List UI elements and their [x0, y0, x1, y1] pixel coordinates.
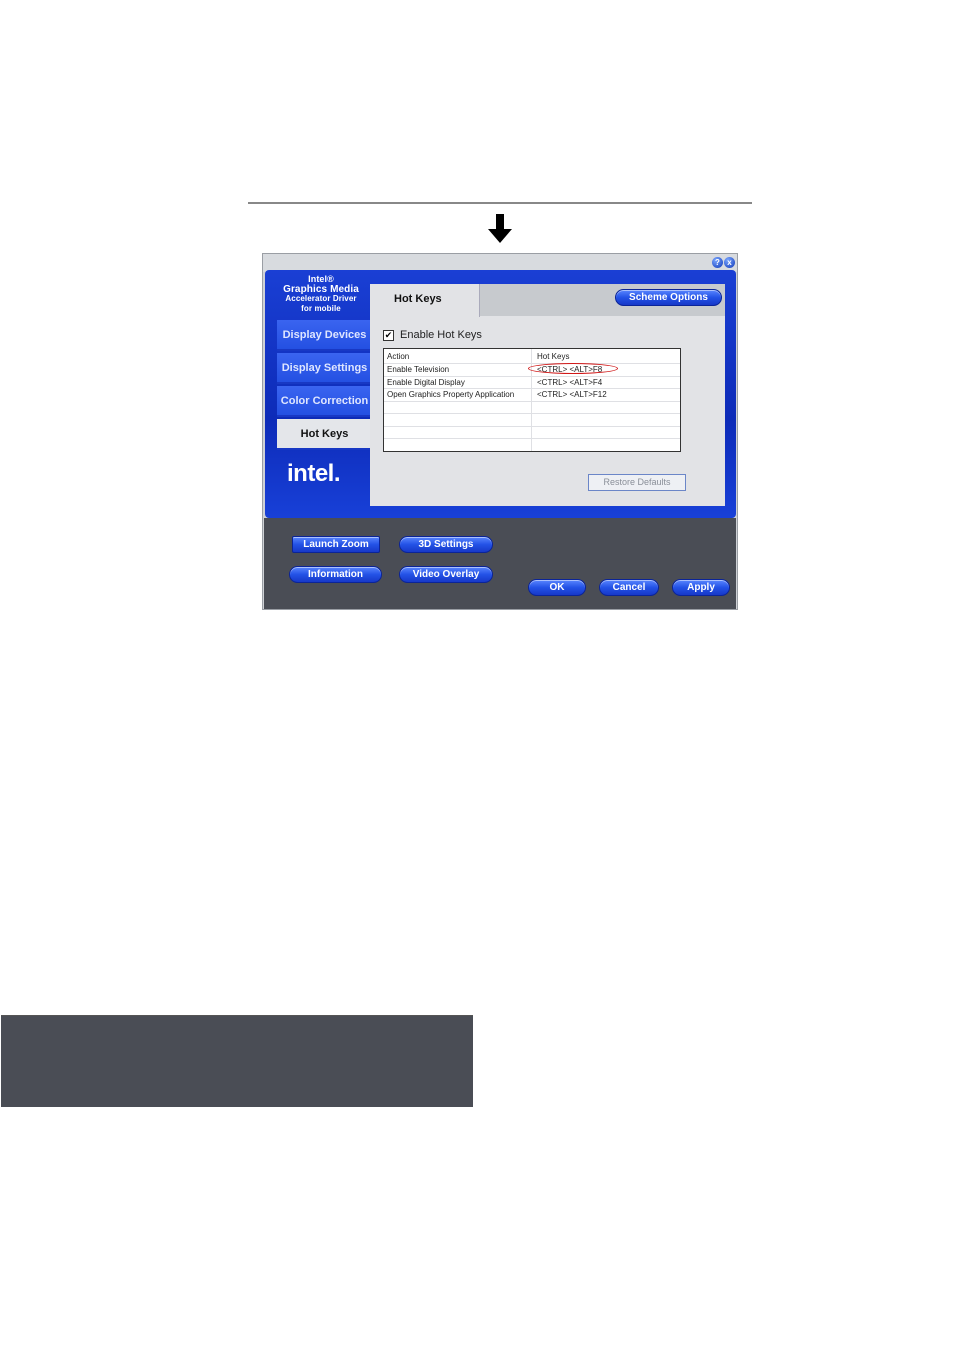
top-divider	[248, 202, 752, 204]
help-icon[interactable]: ?	[712, 257, 723, 268]
product-brand: Intel® Graphics Media Accelerator Driver…	[273, 274, 369, 319]
brand-line-2: Graphics Media	[283, 283, 359, 295]
empty-row	[384, 426, 680, 439]
empty-row	[384, 439, 680, 451]
enable-hot-keys-row[interactable]: ✔ Enable Hot Keys	[383, 329, 482, 341]
empty-row	[384, 414, 680, 427]
bottom-divider	[1, 1015, 473, 1107]
brand-line-4: for mobile	[301, 303, 341, 313]
sidebar-item-color-correction[interactable]: Color Correction	[277, 386, 372, 417]
3d-settings-button[interactable]: 3D Settings	[399, 536, 493, 553]
sidebar-item-hot-keys[interactable]: Hot Keys	[277, 419, 372, 450]
empty-row	[384, 401, 680, 414]
hotkey-cell: <CTRL> <ALT>F8	[528, 363, 680, 376]
brand-line-3: Accelerator Driver	[285, 294, 357, 303]
table-row[interactable]: Enable Digital Display <CTRL> <ALT>F4	[384, 376, 680, 389]
sidebar-item-display-devices[interactable]: Display Devices	[277, 320, 372, 351]
hotkey-cell: <CTRL> <ALT>F4	[537, 377, 603, 387]
hot-keys-table: Action Hot Keys Enable Television <CTRL>…	[383, 348, 681, 452]
empty-row	[384, 452, 680, 453]
hot-keys-panel: Hot Keys Scheme Options ✔ Enable Hot Key…	[370, 284, 725, 506]
restore-defaults-button[interactable]: Restore Defaults	[588, 474, 686, 491]
cancel-button[interactable]: Cancel	[599, 579, 659, 596]
column-header-hot-keys: Hot Keys	[537, 352, 570, 361]
information-button[interactable]: Information	[289, 566, 382, 583]
bottom-button-bar: Launch Zoom 3D Settings Information Vide…	[264, 518, 736, 609]
main-frame: Intel® Graphics Media Accelerator Driver…	[265, 270, 736, 518]
intel-gma-dialog: ? x Intel® Graphics Media Accelerator Dr…	[262, 253, 738, 610]
launch-zoom-button[interactable]: Launch Zoom	[292, 536, 380, 553]
sidebar-item-display-settings[interactable]: Display Settings	[277, 353, 372, 384]
tab-hot-keys[interactable]: Hot Keys	[370, 284, 480, 317]
column-header-action: Action	[384, 349, 532, 363]
ok-button[interactable]: OK	[528, 579, 586, 596]
enable-hot-keys-label: Enable Hot Keys	[400, 329, 482, 341]
intel-logo: intel.	[287, 460, 341, 487]
red-highlight-ellipse	[528, 363, 618, 374]
apply-button[interactable]: Apply	[672, 579, 730, 596]
enable-hot-keys-checkbox[interactable]: ✔	[383, 329, 394, 341]
table-row[interactable]: Enable Television <CTRL> <ALT>F8	[384, 363, 680, 377]
action-cell: Open Graphics Property Application	[384, 389, 532, 401]
action-cell: Enable Digital Display	[384, 376, 532, 388]
close-icon[interactable]: x	[724, 257, 735, 268]
action-cell: Enable Television	[384, 364, 532, 376]
table-row[interactable]: Open Graphics Property Application <CTRL…	[384, 389, 680, 402]
video-overlay-button[interactable]: Video Overlay	[399, 566, 493, 583]
table-header-row: Action Hot Keys	[384, 349, 680, 364]
down-arrow-icon	[488, 214, 512, 243]
hotkey-cell: <CTRL> <ALT>F12	[537, 390, 607, 399]
scheme-options-button[interactable]: Scheme Options	[615, 289, 722, 306]
